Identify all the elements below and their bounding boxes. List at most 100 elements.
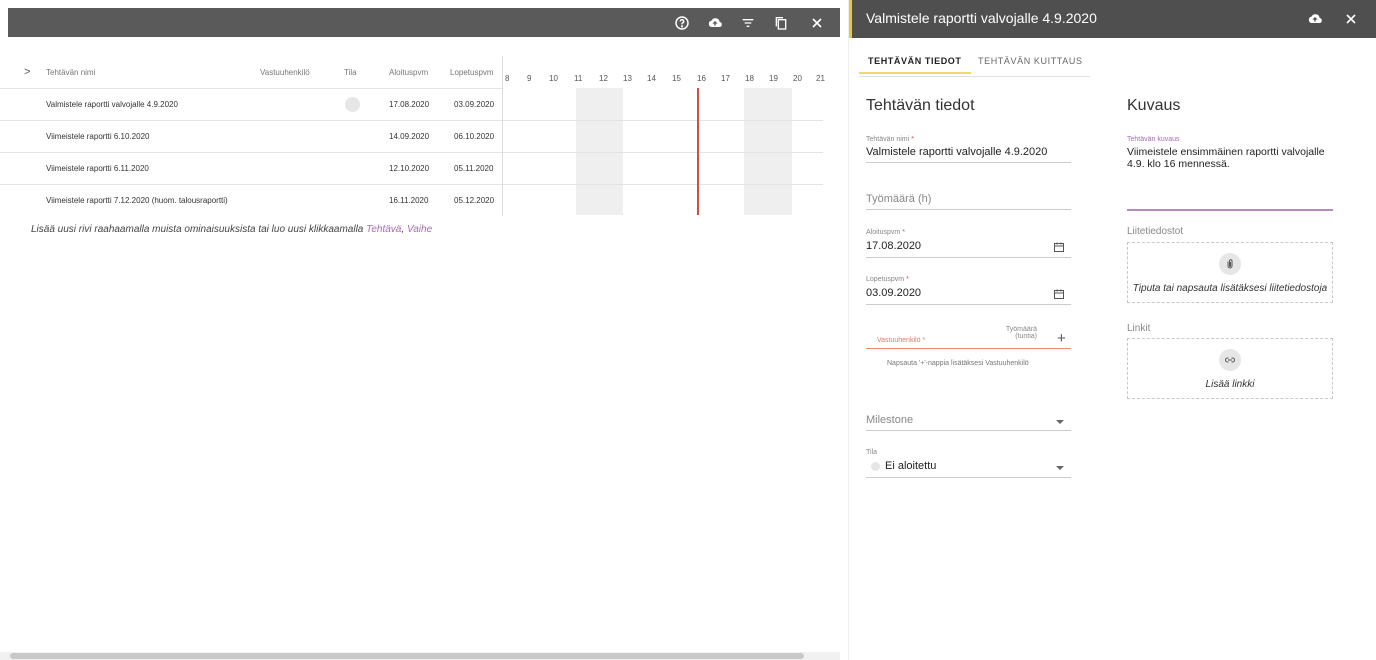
row-end: 06.10.2020 [454,132,495,141]
end-date-underline [866,304,1071,305]
task-detail-panel: Valmistele raportti valvojalle 4.9.2020 … [848,0,1376,660]
column-header-status[interactable]: Tila [344,68,357,77]
row-name: Viimeistele raportti 7.12.2020 (huom. ta… [46,196,228,205]
timeline-divider [503,152,823,153]
calendar-icon[interactable] [1053,288,1065,300]
status-select[interactable]: Ei aloitettu [885,460,936,472]
hour-label: 10 [549,74,558,83]
hour-label: 18 [745,74,754,83]
timeline-divider [503,184,823,185]
hour-label: 8 [505,74,510,83]
name-label: Tehtävän nimi * [866,136,914,143]
add-link-text[interactable]: Lisää linkki [1128,379,1332,390]
tabs-divider [859,76,1090,77]
scrollbar-thumb[interactable] [10,653,804,659]
end-date-label: Lopetuspvm * [866,276,909,283]
hour-label: 9 [527,74,532,83]
row-end: 05.11.2020 [454,164,494,173]
gantt-panel: > Tehtävän nimi Vastuuhenkilö Tila Aloit… [0,0,840,660]
links-label: Linkit [1127,323,1151,334]
description-label: Tehtävän kuvaus [1127,136,1180,143]
hour-label: 15 [672,74,681,83]
workload-field-underline [866,209,1071,210]
attachments-label: Liitetiedostot [1127,226,1184,237]
row-name: Valmistele raportti valvojalle 4.9.2020 [46,100,178,109]
gantt-timeline[interactable]: 8 9 10 11 12 13 14 15 16 17 18 19 20 21 [502,56,825,216]
hour-label: 14 [647,74,656,83]
milestone-select[interactable]: Milestone [866,414,913,426]
owner-hint: Napsauta '+'-nappia lisätäksesi Vastuuhe… [887,360,1029,367]
status-underline [866,477,1071,478]
end-date-field[interactable]: 03.09.2020 [866,287,921,299]
panel-title: Valmistele raportti valvojalle 4.9.2020 [866,10,1097,26]
details-title: Tehtävän tiedot [866,97,975,114]
phase-link[interactable]: Vaihe [407,224,432,235]
description-underline [1127,209,1333,211]
links-dropzone[interactable]: Lisää linkki [1127,338,1333,399]
status-dot-icon [871,462,880,471]
start-date-field[interactable]: 17.08.2020 [866,240,921,252]
cloud-upload-icon[interactable] [1305,9,1325,29]
column-header-owner[interactable]: Vastuuhenkilö [260,68,310,77]
workload-field[interactable]: Työmäärä (h) [866,193,931,205]
current-time-line [697,88,699,215]
header-accent [849,0,852,38]
row-start: 17.08.2020 [389,100,430,109]
task-link[interactable]: Tehtävä [366,224,401,235]
description-field[interactable]: Viimeistele ensimmäinen raportti valvoja… [1127,146,1327,170]
tab-task-acknowledgement[interactable]: TEHTÄVÄN KUITTAUS [969,50,1092,72]
owner-table-underline [866,348,1071,349]
table-row[interactable]: Viimeistele raportti 7.12.2020 (huom. ta… [0,184,502,216]
start-date-label: Aloituspvm * [866,229,905,236]
add-owner-button[interactable]: + [1057,330,1066,347]
expand-all-icon[interactable]: > [24,66,30,78]
attachments-dropzone[interactable]: Tiputa tai napsauta lisätäksesi liitetie… [1127,242,1333,303]
filter-icon[interactable] [738,13,758,33]
calendar-icon[interactable] [1053,241,1065,253]
table-row[interactable]: Viimeistele raportti 6.11.2020 12.10.202… [0,152,502,184]
chevron-down-icon[interactable] [1056,420,1064,424]
close-icon[interactable] [807,13,827,33]
row-end: 05.12.2020 [454,196,495,205]
status-label: Tila [866,449,878,456]
row-end: 03.09.2020 [454,100,495,109]
hour-label: 20 [793,74,802,83]
gantt-toolbar [8,8,840,37]
close-icon[interactable] [1341,9,1361,29]
hour-label: 17 [721,74,730,83]
hour-label: 12 [599,74,608,83]
row-start: 12.10.2020 [389,164,430,173]
row-name: Viimeistele raportti 6.11.2020 [46,164,149,173]
copy-icon[interactable] [771,13,791,33]
column-header-start[interactable]: Aloituspvm [389,68,428,77]
owner-column-label: Vastuuhenkilö * [877,337,926,344]
table-row[interactable]: Valmistele raportti valvojalle 4.9.2020 … [0,88,502,120]
hour-label: 21 [816,74,825,83]
tab-task-details[interactable]: TEHTÄVÄN TIEDOT [859,50,971,74]
name-field[interactable]: Valmistele raportti valvojalle 4.9.2020 [866,146,1047,158]
milestone-underline [866,430,1071,431]
workload-column-label: Työmäärä (tuntia) [1005,326,1037,340]
help-icon[interactable] [672,13,692,33]
attachments-drop-text: Tiputa tai napsauta lisätäksesi liitetie… [1132,283,1328,294]
description-title: Kuvaus [1127,97,1181,114]
chevron-down-icon[interactable] [1056,466,1064,470]
row-start: 16.11.2020 [389,196,429,205]
column-header-end[interactable]: Lopetuspvm [450,68,494,77]
add-row-hint: Lisää uusi rivi raahaamalla muista omina… [31,224,432,235]
status-indicator[interactable] [345,97,360,112]
row-name: Viimeistele raportti 6.10.2020 [46,132,150,141]
name-field-underline [866,162,1071,163]
horizontal-scrollbar[interactable] [0,652,840,660]
hour-label: 11 [574,74,583,83]
hour-label: 13 [623,74,632,83]
table-row[interactable]: Viimeistele raportti 6.10.2020 14.09.202… [0,120,502,152]
cloud-upload-icon[interactable] [705,13,725,33]
hour-label: 19 [769,74,778,83]
panel-header: Valmistele raportti valvojalle 4.9.2020 [849,0,1376,38]
link-icon [1219,349,1241,371]
hint-text: Lisää uusi rivi raahaamalla muista omina… [31,224,367,235]
timeline-divider [503,120,823,121]
row-start: 14.09.2020 [389,132,430,141]
column-header-name[interactable]: Tehtävän nimi [46,68,95,77]
